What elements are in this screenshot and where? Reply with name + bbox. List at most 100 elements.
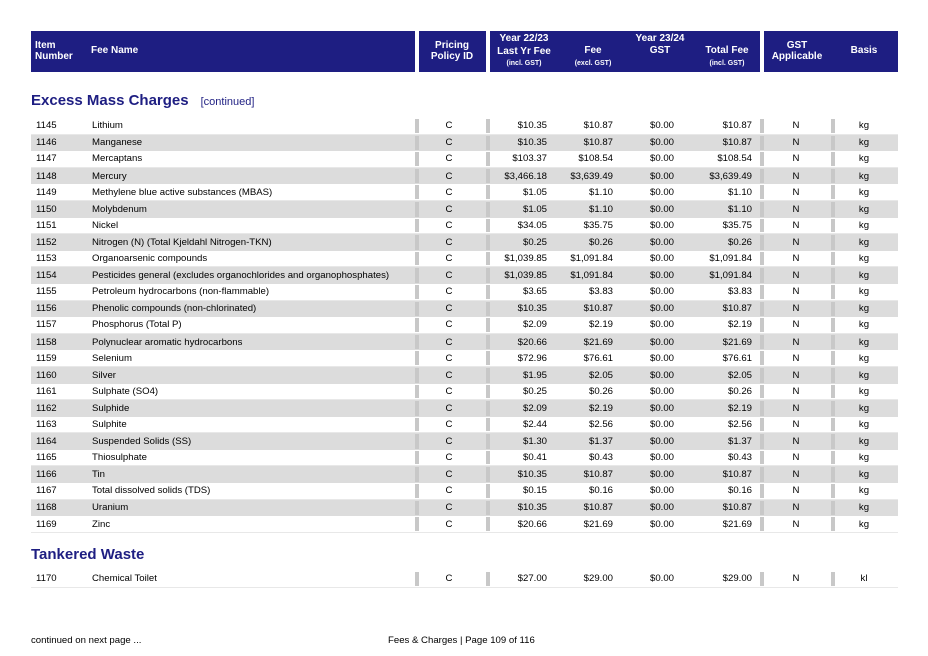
column-separator [486,417,490,432]
fee-name-cell: Sulphate (SO4) [92,385,159,397]
section-title-excess-mass: Excess Mass Charges [continued] [31,92,255,109]
gst-cell: $0.00 [649,153,674,165]
total-fee-cell: $10.87 [722,469,752,481]
gst-applicable-cell: N [792,469,800,481]
header-gst: GST [649,45,671,56]
column-separator [831,185,835,199]
fee-name-cell: Lithium [92,120,123,132]
column-separator [486,201,490,217]
total-fee-cell: $10.87 [722,303,752,315]
gst-applicable-cell: N [792,452,800,464]
fee-cell: $0.26 [588,385,613,397]
fee-cell: $2.05 [588,369,613,381]
gst-cell: $0.00 [649,186,674,198]
last-year-fee-cell: $1.05 [522,186,547,198]
total-fee-cell: $3,639.49 [709,170,752,182]
pricing-policy-cell: C [445,436,453,448]
header-total-fee: Total Fee (incl. GST) [705,45,749,67]
last-year-fee-cell: $10.35 [517,137,547,149]
gst-applicable-cell: N [792,518,800,530]
fee-cell: $0.26 [588,236,613,248]
total-fee-cell: $10.87 [722,120,752,132]
gst-cell: $0.00 [649,452,674,464]
fee-cell: $1.10 [588,203,613,215]
gst-applicable-cell: N [792,153,800,165]
total-fee-cell: $1.10 [727,203,752,215]
column-separator [415,484,419,498]
last-year-fee-cell: $72.96 [517,352,547,364]
pricing-policy-cell: C [445,219,453,231]
column-separator [415,201,419,217]
fee-name-cell: Methylene blue active substances (MBAS) [92,186,273,198]
basis-cell: kg [858,452,870,464]
fee-name-cell: Manganese [92,137,143,149]
total-fee-cell: $0.43 [727,452,752,464]
table-row: 1164 Suspended Solids (SS) C $1.30 $1.37 $0.0… [31,433,898,450]
fee-cell: $1.10 [588,186,613,198]
fee-name-cell: Organoarsenic compounds [92,253,208,265]
last-year-fee-cell: $27.00 [517,573,547,585]
column-separator [486,434,490,449]
fee-cell: $108.54 [578,153,613,165]
fee-cell: $1,091.84 [570,270,613,282]
pricing-policy-cell: C [445,170,453,182]
fee-name-cell: Phenolic compounds (non-chlorinated) [92,303,257,315]
column-separator [486,119,490,133]
column-separator [831,284,835,299]
pricing-policy-cell: C [445,270,453,282]
gst-applicable-cell: N [792,120,800,132]
fee-cell: $10.87 [583,303,613,315]
fee-cell: $0.43 [588,452,613,464]
table-row: 1154 Pesticides general (excludes organoc… [31,267,898,284]
column-separator [831,500,835,516]
column-separator [831,251,835,266]
item-number-cell: 1163 [36,418,57,430]
gst-cell: $0.00 [649,518,674,530]
column-separator [831,434,835,449]
fee-name-cell: Total dissolved solids (TDS) [92,485,211,497]
item-number-cell: 1158 [36,336,57,348]
item-number-cell: 1156 [36,303,57,315]
column-separator [486,185,490,199]
gst-cell: $0.00 [649,336,674,348]
basis-cell: kg [858,518,870,530]
item-number-cell: 1146 [36,137,57,149]
basis-cell: kg [858,270,870,282]
column-separator [415,384,419,399]
column-separator [486,284,490,299]
gst-applicable-cell: N [792,385,800,397]
gst-applicable-cell: N [792,336,800,348]
fee-name-cell: Chemical Toilet [92,573,157,585]
last-year-fee-cell: $1.05 [522,203,547,215]
column-separator [831,367,835,383]
basis-cell: kg [858,485,870,497]
total-fee-cell: $2.56 [727,418,752,430]
last-year-fee-cell: $3,466.18 [504,170,547,182]
column-separator [831,218,835,233]
table-row: 1169 Zinc C $20.66 $21.69 $0.00 $21.69 Nkg [31,516,898,533]
total-fee-cell: $2.05 [727,369,752,381]
column-separator [415,251,419,266]
fee-cell: $3.83 [588,286,613,298]
table-row: 1146 Manganese C $10.35 $10.87 $0.00 $10.87 Nkg [31,134,898,152]
last-year-fee-cell: $0.25 [522,385,547,397]
fee-cell: $2.56 [588,418,613,430]
fee-name-cell: Sulphite [92,418,127,430]
column-separator [415,417,419,432]
gst-cell: $0.00 [649,270,674,282]
basis-cell: kg [858,153,870,165]
header-gst-applicable: GST Applicable [771,40,823,62]
fee-name-cell: Phosphorus (Total P) [92,319,182,331]
total-fee-cell: $29.00 [722,573,752,585]
item-number-cell: 1162 [36,402,57,414]
fee-cell: $76.61 [583,352,613,364]
section-title-tankered-waste: Tankered Waste [31,546,145,563]
fee-name-cell: Silver [92,369,116,381]
gst-applicable-cell: N [792,436,800,448]
item-number-cell: 1165 [36,452,57,464]
table-row: 1161 Sulphate (SO4) C $0.25 $0.26 $0.00 $0.26 N… [31,383,898,401]
item-number-cell: 1169 [36,518,57,530]
column-separator [486,450,490,465]
total-fee-cell: $0.26 [727,236,752,248]
column-separator [831,450,835,465]
